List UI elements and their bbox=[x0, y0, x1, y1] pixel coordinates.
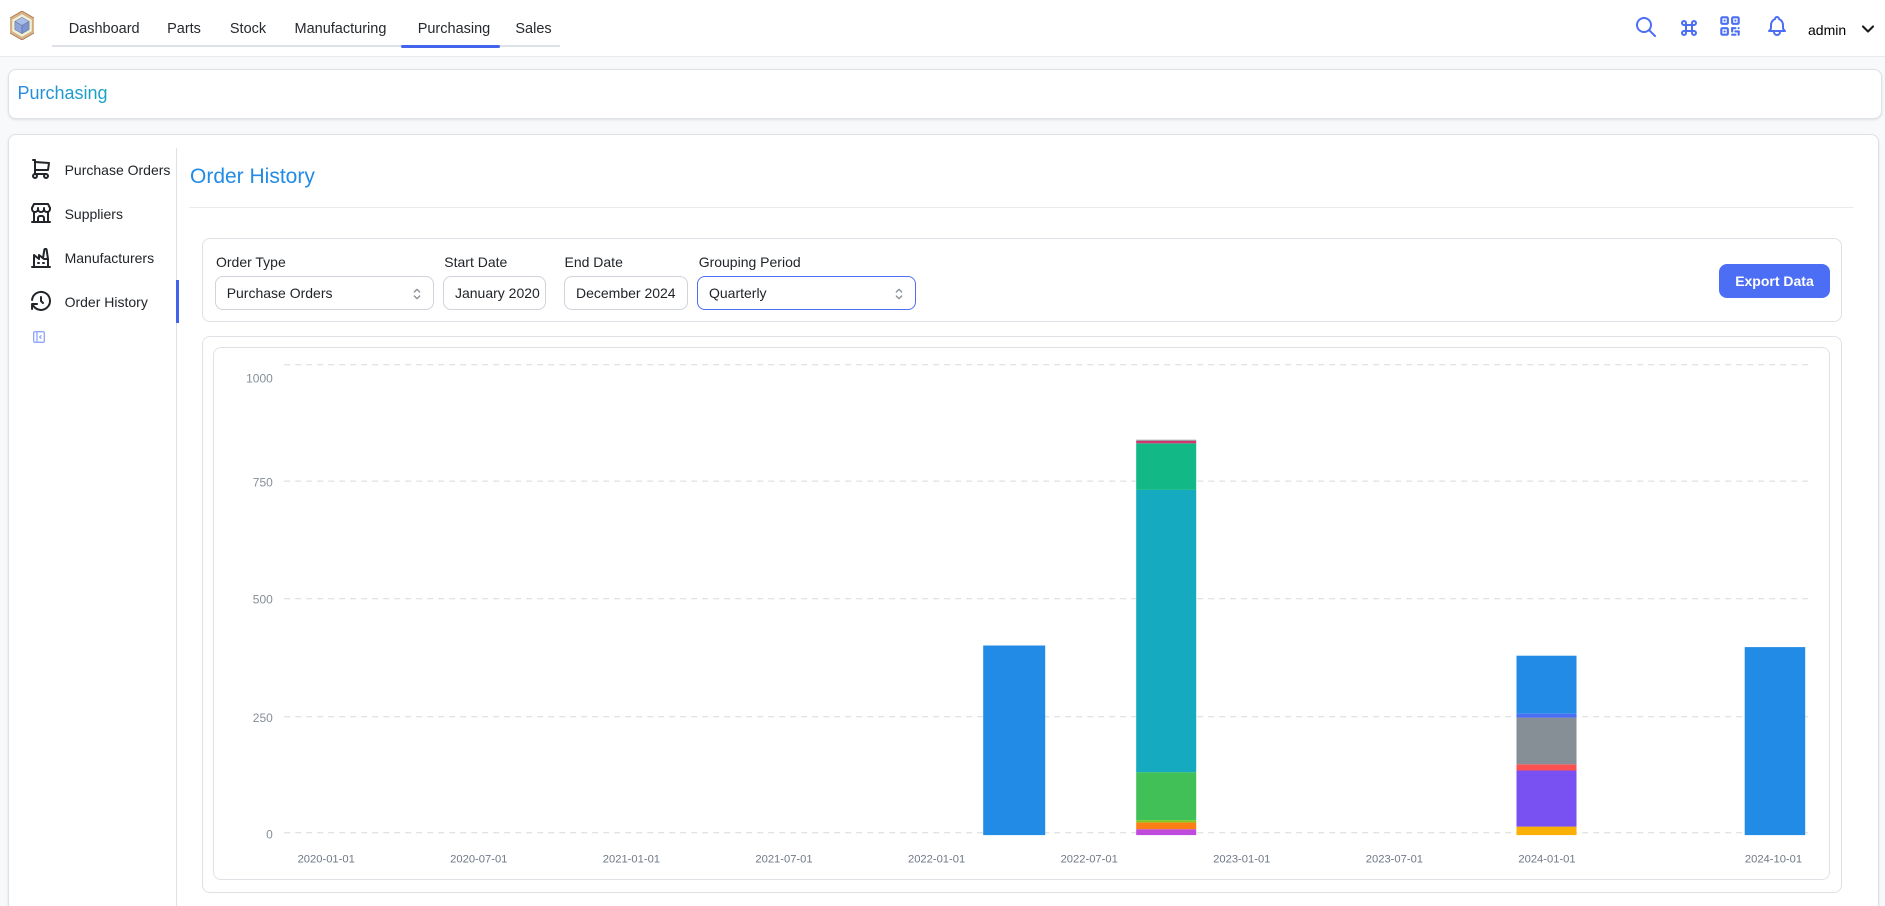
svg-text:2023-07-01: 2023-07-01 bbox=[1366, 853, 1423, 865]
svg-text:2021-01-01: 2021-01-01 bbox=[603, 853, 660, 865]
svg-text:2024-10-01: 2024-10-01 bbox=[1745, 853, 1802, 865]
svg-text:2022-07-01: 2022-07-01 bbox=[1060, 853, 1117, 865]
svg-text:750: 750 bbox=[253, 476, 273, 490]
svg-text:1000: 1000 bbox=[246, 372, 273, 386]
svg-text:0: 0 bbox=[266, 828, 273, 842]
svg-text:2024-01-01: 2024-01-01 bbox=[1518, 853, 1575, 865]
svg-text:2022-01-01: 2022-01-01 bbox=[908, 853, 965, 865]
svg-text:500: 500 bbox=[253, 593, 273, 607]
svg-text:2020-07-01: 2020-07-01 bbox=[450, 853, 507, 865]
svg-text:2021-07-01: 2021-07-01 bbox=[755, 853, 812, 865]
svg-text:250: 250 bbox=[253, 711, 273, 725]
svg-text:2023-01-01: 2023-01-01 bbox=[1213, 853, 1270, 865]
svg-text:2020-01-01: 2020-01-01 bbox=[297, 853, 354, 865]
